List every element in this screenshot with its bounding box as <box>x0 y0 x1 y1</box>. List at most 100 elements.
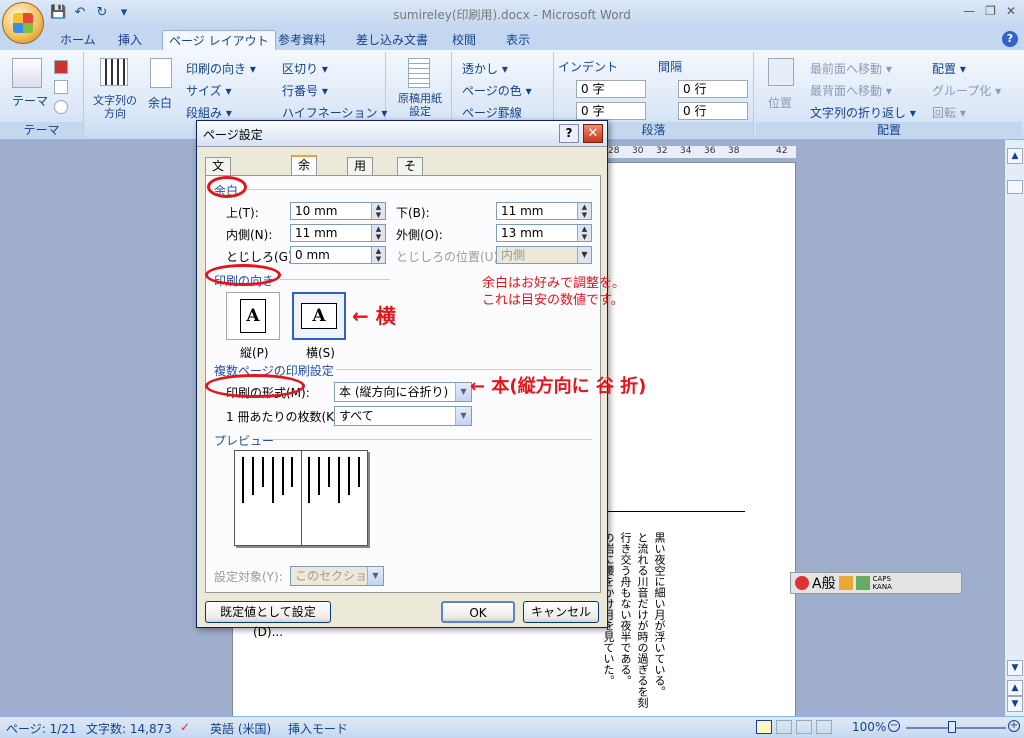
gutter-position-select[interactable]: 内側 ▼ <box>496 246 592 264</box>
print-format-select[interactable]: 本 (縦方向に谷折り) ▼ <box>334 382 472 402</box>
breaks-button[interactable]: 区切り ▾ <box>282 60 328 77</box>
landscape-label: 横(S) <box>306 346 335 360</box>
top-margin-input[interactable]: 10 mm ▲ ▼ <box>290 202 386 220</box>
dialog-close-button[interactable]: ✕ <box>583 124 603 143</box>
group-button[interactable]: グループ化 ▾ <box>932 82 1001 99</box>
portrait-option[interactable]: A <box>226 292 280 340</box>
close-window-button[interactable]: ✕ <box>1006 4 1016 18</box>
scroll-down-icon[interactable]: ▼ <box>1007 660 1023 676</box>
fonts-icon[interactable] <box>54 80 68 94</box>
proofing-icon[interactable]: ✓ <box>180 720 190 734</box>
tab-paper[interactable]: 用紙 <box>347 157 374 189</box>
theme-icon[interactable] <box>12 58 42 88</box>
columns-button[interactable]: 段組み ▾ <box>186 104 232 121</box>
print-layout-icon[interactable] <box>756 720 772 734</box>
ok-button[interactable]: OK <box>441 601 515 623</box>
set-default-button[interactable]: 既定値として設定(D)... <box>205 601 331 639</box>
outside-margin-spinner[interactable]: ▲ ▼ <box>577 225 591 241</box>
tab-mailings[interactable]: 差し込み文書 <box>350 30 434 50</box>
orientation-button[interactable]: 印刷の向き ▾ <box>186 60 256 77</box>
margins-icon[interactable] <box>150 58 172 88</box>
space-before-input[interactable]: 0 行 <box>678 80 748 98</box>
apply-to-arrow-icon[interactable]: ▼ <box>367 567 383 585</box>
scroll-up-icon[interactable]: ▲ <box>1007 148 1023 164</box>
gutter-spinner[interactable]: ▲ ▼ <box>371 247 385 263</box>
zoom-in-icon[interactable]: + <box>1008 720 1020 732</box>
position-icon[interactable] <box>768 58 794 86</box>
zoom-slider-thumb[interactable] <box>948 721 956 733</box>
full-screen-icon[interactable] <box>776 720 792 734</box>
tab-chars-lines[interactable]: 文字数と行数 <box>205 157 232 253</box>
cancel-button[interactable]: キャンセル <box>523 601 599 623</box>
ime-tool-icon[interactable] <box>855 576 870 590</box>
tab-references[interactable]: 参考資料 <box>272 30 332 50</box>
next-page-icon[interactable]: ▼ <box>1007 696 1023 712</box>
colors-icon[interactable] <box>54 60 68 74</box>
office-button[interactable] <box>2 2 44 44</box>
zoom-slider[interactable] <box>906 727 1006 729</box>
tab-review[interactable]: 校閲 <box>446 30 482 50</box>
inside-margin-spinner[interactable]: ▲ ▼ <box>371 225 385 241</box>
landscape-option[interactable]: A <box>292 292 346 340</box>
text-wrap-button[interactable]: 文字列の折り返し ▾ <box>810 104 916 121</box>
bottom-margin-input[interactable]: 11 mm ▲ ▼ <box>496 202 592 220</box>
theme-button[interactable]: テーマ <box>12 92 48 109</box>
help-icon[interactable]: ? <box>1002 31 1018 47</box>
line-numbers-button[interactable]: 行番号 ▾ <box>282 82 328 99</box>
word-count[interactable]: 文字数: 14,873 <box>86 720 172 737</box>
bottom-margin-label: 下(B): <box>396 206 430 220</box>
text-direction-button[interactable]: 文字列の方向 <box>92 94 138 120</box>
ime-logo-icon[interactable] <box>795 576 809 590</box>
align-button[interactable]: 配置 ▾ <box>932 60 966 77</box>
page-borders-button[interactable]: ページ罫線 <box>462 104 522 121</box>
vertical-scrollbar[interactable]: ▲ ▼ ▲ ▼ <box>1004 140 1024 716</box>
apply-to-select[interactable]: このセクション ▼ <box>290 566 384 586</box>
indent-right-input[interactable]: 0 字 <box>576 102 646 120</box>
scroll-thumb[interactable] <box>1007 180 1023 194</box>
preview-text-line <box>241 457 244 503</box>
prev-page-icon[interactable]: ▲ <box>1007 680 1023 696</box>
tab-home[interactable]: ホーム <box>54 30 102 50</box>
ime-pad-icon[interactable] <box>838 576 853 590</box>
insert-mode-status[interactable]: 挿入モード <box>288 720 348 737</box>
restore-button[interactable]: ❐ <box>985 4 996 18</box>
margins-button[interactable]: 余白 <box>148 94 172 111</box>
zoom-level[interactable]: 100% <box>852 720 886 734</box>
tab-other[interactable]: その他 <box>397 157 424 205</box>
bottom-margin-spinner[interactable]: ▲ ▼ <box>577 203 591 219</box>
text-direction-icon[interactable] <box>100 58 128 86</box>
web-layout-icon[interactable] <box>796 720 812 734</box>
tab-margins[interactable]: 余白 <box>291 155 318 188</box>
tab-insert[interactable]: 挿入 <box>112 30 148 50</box>
rotate-button[interactable]: 回転 ▾ <box>932 104 966 121</box>
inside-margin-input[interactable]: 11 mm ▲ ▼ <box>290 224 386 242</box>
space-after-input[interactable]: 0 行 <box>678 102 748 120</box>
watermark-button[interactable]: 透かし ▾ <box>462 60 508 77</box>
genkou-icon[interactable] <box>408 58 430 88</box>
position-button[interactable]: 位置 <box>768 94 792 111</box>
minimize-button[interactable]: — <box>963 4 975 18</box>
top-margin-spinner[interactable]: ▲ ▼ <box>371 203 385 219</box>
gutter-position-arrow-icon[interactable]: ▼ <box>577 247 591 263</box>
outside-margin-input[interactable]: 13 mm ▲ ▼ <box>496 224 592 242</box>
genkou-button[interactable]: 原稿用紙設定 <box>394 92 446 118</box>
zoom-out-icon[interactable]: − <box>888 720 900 732</box>
page-color-button[interactable]: ページの色 ▾ <box>462 82 532 99</box>
sheets-arrow-icon[interactable]: ▼ <box>455 407 471 425</box>
gutter-input[interactable]: 0 mm ▲ ▼ <box>290 246 386 264</box>
tab-view[interactable]: 表示 <box>500 30 536 50</box>
print-format-arrow-icon[interactable]: ▼ <box>455 383 471 401</box>
size-button[interactable]: サイズ ▾ <box>186 82 231 99</box>
dialog-help-button[interactable]: ? <box>559 124 579 143</box>
outline-icon[interactable] <box>816 720 832 734</box>
sheets-per-booklet-select[interactable]: すべて ▼ <box>334 406 472 426</box>
send-back-button[interactable]: 最背面へ移動 ▾ <box>810 82 892 99</box>
effects-icon[interactable] <box>54 100 68 114</box>
ime-mode-indicator[interactable]: A般 <box>812 573 836 593</box>
page-count[interactable]: ページ: 1/21 <box>6 720 77 737</box>
hyphenation-button[interactable]: ハイフネーション ▾ <box>282 104 387 121</box>
tab-page-layout[interactable]: ページ レイアウト <box>162 30 276 50</box>
indent-left-input[interactable]: 0 字 <box>576 80 646 98</box>
language-status[interactable]: 英語 (米国) <box>210 720 271 737</box>
bring-front-button[interactable]: 最前面へ移動 ▾ <box>810 60 892 77</box>
